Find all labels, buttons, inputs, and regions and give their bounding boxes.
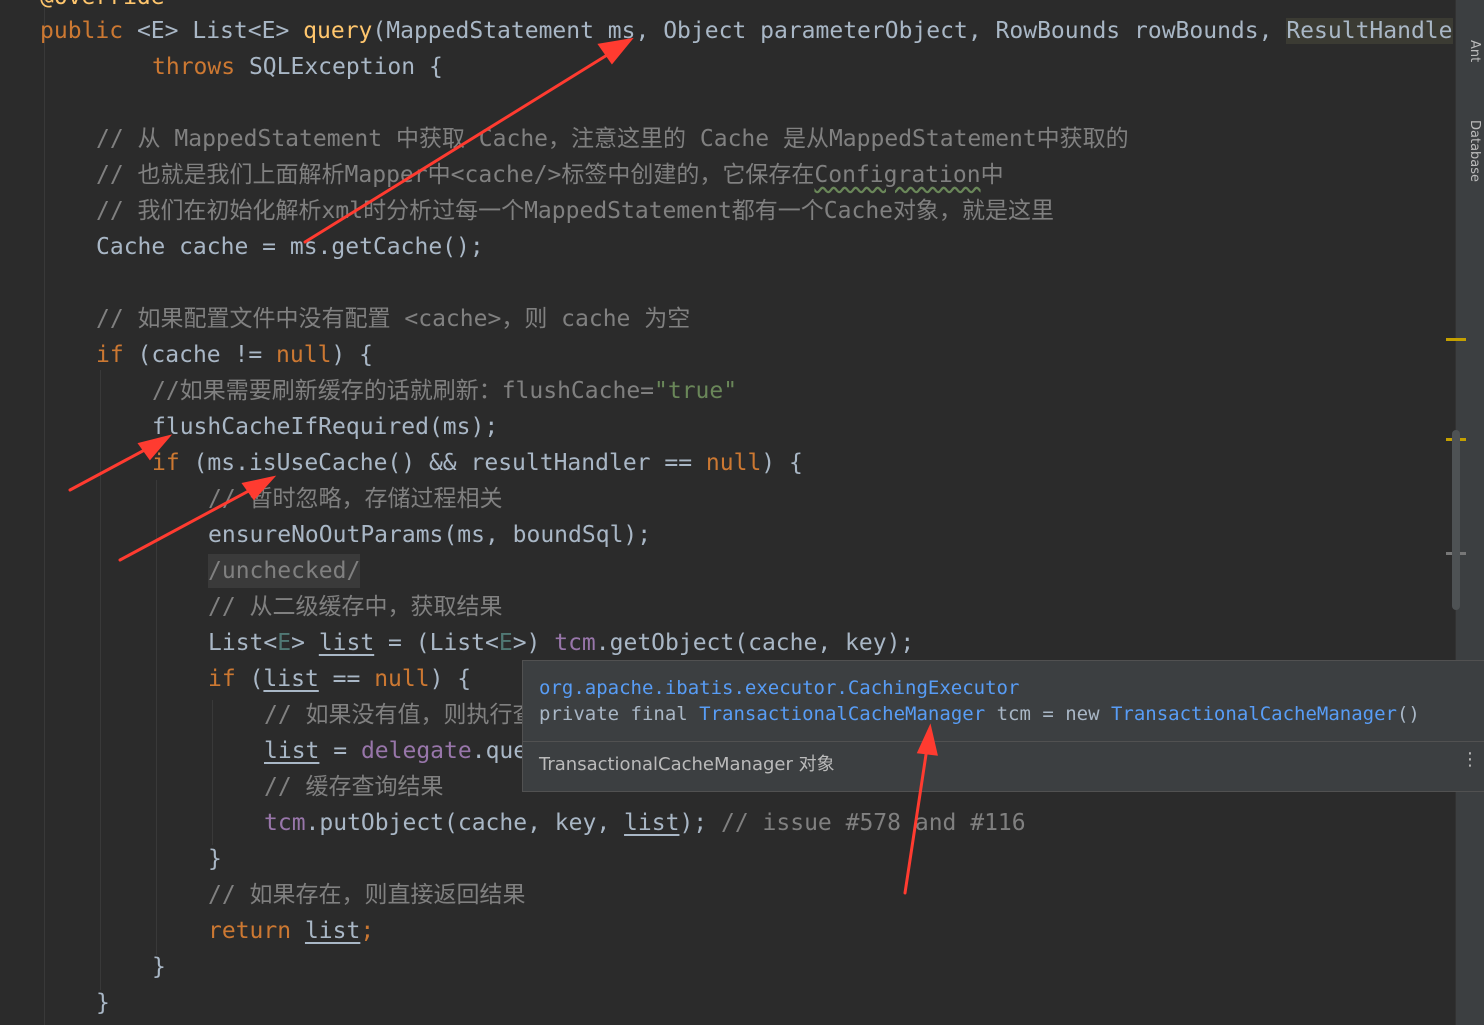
annotation-arrowhead — [916, 723, 938, 756]
annotation-arrowhead — [241, 475, 277, 501]
annotation-arrow — [68, 444, 154, 492]
annotation-arrowhead — [137, 434, 173, 461]
annotation-arrow — [903, 746, 929, 895]
annotation-arrows — [68, 37, 938, 895]
annotation-arrow — [118, 485, 258, 562]
annotation-arrow — [303, 50, 614, 244]
annotation-arrowhead — [597, 37, 634, 65]
